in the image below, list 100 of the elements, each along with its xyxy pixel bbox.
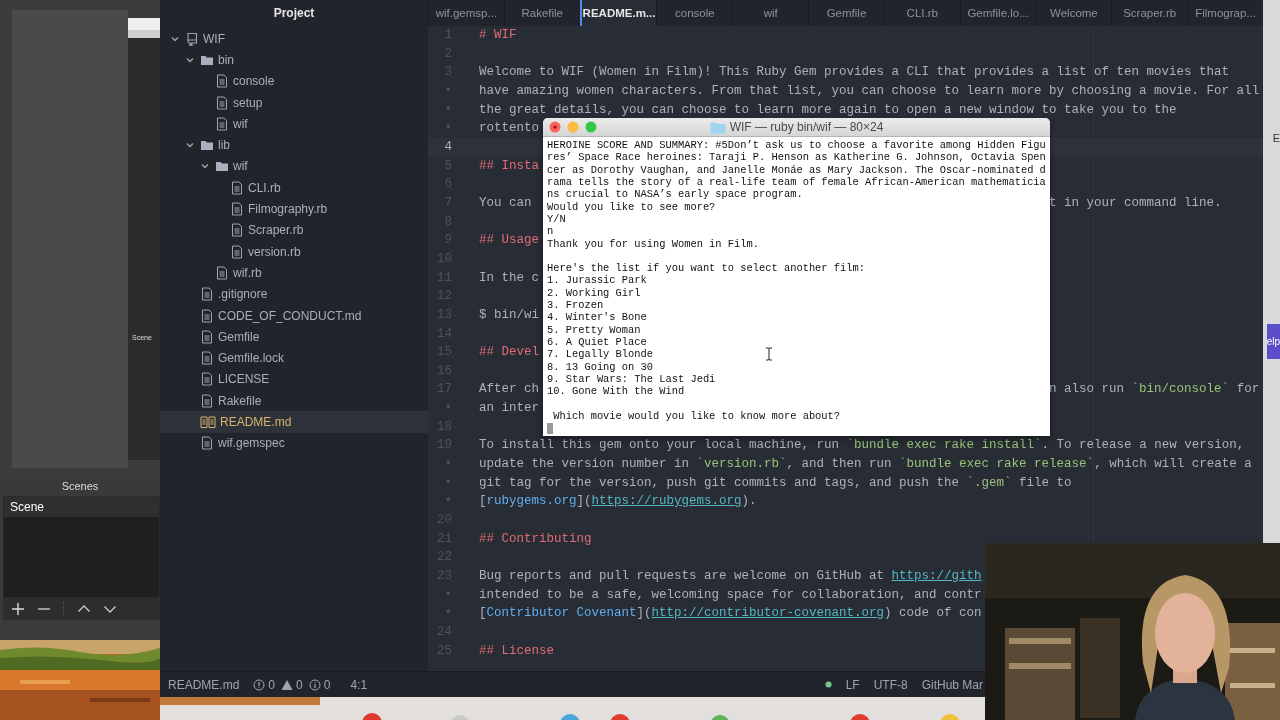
terminal-line: Thank you for using Women in Film. — [547, 237, 759, 250]
terminal-line: 7. Legally Blonde — [547, 348, 653, 361]
code-line: have amazing women characters. From that list, you can choose to learn more by choosing a movie. For all — [479, 83, 1260, 98]
code-line: Welcome to WIF (Women in Film)! This Ruby Gem provides a CLI that provides a list of ten movies that — [479, 65, 1230, 80]
file-icon — [200, 393, 214, 408]
folder-icon — [709, 120, 726, 134]
code-line: rottento — [479, 121, 539, 136]
tree-item[interactable]: bin — [160, 49, 428, 71]
code-line: [Contributor Covenant](http://contributor-covenant.org) code of con — [479, 606, 982, 621]
terminal-line: cer as Dorothy Vaughan, and Janelle Monáe as Mary Jackson. The Oscar-nominated d — [547, 163, 1046, 177]
code-line: In the c — [479, 270, 539, 285]
line-number: • — [443, 120, 452, 138]
code-line: update the version number in `version.rb`, and then run `bundle exec rake release`, which will create a — [479, 457, 1252, 472]
error-count: 0 — [268, 677, 276, 692]
tree-item[interactable]: version.rb — [160, 240, 428, 263]
tree-item[interactable]: setup — [160, 91, 428, 114]
line-number: • — [443, 456, 452, 474]
tree-item[interactable]: CODE_OF_CONDUCT.md — [160, 304, 428, 327]
file-icon — [200, 351, 214, 366]
tab[interactable]: console — [656, 0, 733, 26]
code-line: ## License — [479, 643, 554, 658]
link[interactable]: https://rubygems.org — [591, 494, 742, 509]
link[interactable]: rubygems.org — [486, 494, 577, 509]
tree-item[interactable]: Gemfile — [160, 326, 428, 348]
tree-item[interactable]: Scraper.rb — [160, 219, 428, 241]
grammar[interactable]: GitHub Mar — [921, 677, 983, 692]
terminal-line: 4. Winter's Bone — [547, 311, 647, 324]
code-line: To install this gem onto your local machine, run `bundle exec rake install`. To release a new version, — [479, 438, 1245, 453]
panel-title: Scenes — [60, 479, 100, 494]
file-icon — [230, 202, 244, 216]
warning-icon[interactable] — [281, 678, 294, 691]
folder-icon — [200, 138, 214, 153]
tab[interactable]: Welcome — [1035, 0, 1112, 26]
tree-item[interactable]: README.md — [160, 411, 428, 433]
tab[interactable]: wif — [732, 0, 809, 26]
terminal-line: res’ Space Race heroines: Taraji P. Henson as Katherine G. Johnson, Octavia Spen — [547, 151, 1046, 164]
code-line: ## Contributing — [479, 531, 592, 546]
tree-item[interactable]: lib — [160, 134, 428, 156]
tree-item[interactable]: wif — [160, 155, 428, 178]
tree-item[interactable]: Filmography.rb — [160, 198, 428, 220]
scene-item[interactable]: Scene — [4, 497, 159, 517]
tree-item[interactable]: CLI.rb — [160, 177, 428, 199]
tree-item[interactable]: wif.rb — [160, 262, 428, 284]
warning-count: 0 — [296, 677, 303, 692]
error-icon[interactable] — [253, 678, 266, 691]
code-line: $ bin/wi — [479, 307, 539, 322]
tab[interactable]: Filmograp... — [1187, 0, 1263, 26]
terminal-line: 1. Jurassic Park — [547, 274, 647, 287]
tab[interactable]: Rakefile — [503, 0, 580, 26]
terminal-line: Would you like to see more? — [547, 200, 716, 213]
terminal-line: HEROINE SCORE AND SUMMARY: #5Don’t ask us to choose a favorite among Hidden Figu — [547, 139, 1046, 152]
terminal-line: Which movie would you like to know more about? — [552, 409, 841, 422]
tree-item[interactable]: console — [160, 70, 428, 92]
line-number: • — [443, 474, 452, 492]
link[interactable]: https://gith — [891, 569, 982, 584]
terminal-line: 2. Working Girl — [547, 286, 641, 300]
file-icon — [200, 308, 214, 323]
line-ending[interactable]: LF — [845, 677, 860, 692]
terminal-line: n — [547, 225, 554, 238]
code-line: Bug reports and pull requests are welcome on GitHub at https://gith — [479, 569, 982, 584]
tree-item[interactable]: .gitignore — [160, 283, 428, 305]
close-icon[interactable] — [549, 121, 561, 134]
tree-item[interactable]: Gemfile.lock — [160, 347, 428, 369]
tab[interactable]: Gemfile.lo... — [959, 0, 1036, 26]
line-number: • — [443, 82, 452, 100]
menu-bar — [128, 18, 160, 30]
line-number: • — [443, 586, 452, 604]
code-line: the great details, you can choose to learn more again to open a new window to take you to the — [479, 102, 1177, 117]
tab[interactable]: README.m... — [579, 0, 657, 26]
add-icon[interactable] — [11, 602, 25, 616]
terminal-line: 8. 13 Going on 30 — [547, 360, 653, 373]
encoding[interactable]: UTF-8 — [873, 677, 908, 692]
text-cursor-icon — [765, 347, 773, 362]
tree-item[interactable]: Rakefile — [160, 390, 428, 412]
file-icon — [230, 223, 244, 238]
tree-item[interactable]: wif.gemspec — [160, 432, 428, 454]
file-icon — [200, 329, 214, 344]
tree-item[interactable]: LICENSE — [160, 368, 428, 391]
file-name[interactable]: README.md — [168, 677, 240, 692]
tab[interactable]: wif.gemsp... — [428, 0, 504, 26]
git-status-icon[interactable] — [824, 681, 832, 688]
tree-item[interactable]: wif — [160, 113, 428, 135]
text-fragment: E — [1272, 132, 1280, 144]
book-icon — [200, 415, 216, 429]
file-icon — [215, 265, 229, 280]
help-button[interactable]: elp — [1266, 324, 1280, 359]
code-line: git tag for the version, push git commits and tags, and push the `.gem` file to — [479, 475, 1072, 490]
tab[interactable]: Gemfile — [808, 0, 884, 26]
code-line: t in your command line. — [1049, 194, 1222, 212]
tree-item[interactable]: WIF — [160, 28, 428, 50]
tab[interactable]: CLI.rb — [883, 0, 960, 26]
cursor-position[interactable]: 4:1 — [350, 677, 368, 692]
info-count: 0 — [323, 677, 331, 692]
file-icon — [200, 436, 214, 451]
line-number: • — [443, 493, 452, 511]
link[interactable]: Contributor Covenant — [486, 606, 637, 621]
info-icon[interactable] — [308, 678, 321, 691]
link[interactable]: http://contributor-covenant.org — [651, 606, 885, 621]
tab[interactable]: Scraper.rb — [1111, 0, 1188, 26]
line-number: 4 — [443, 138, 452, 156]
